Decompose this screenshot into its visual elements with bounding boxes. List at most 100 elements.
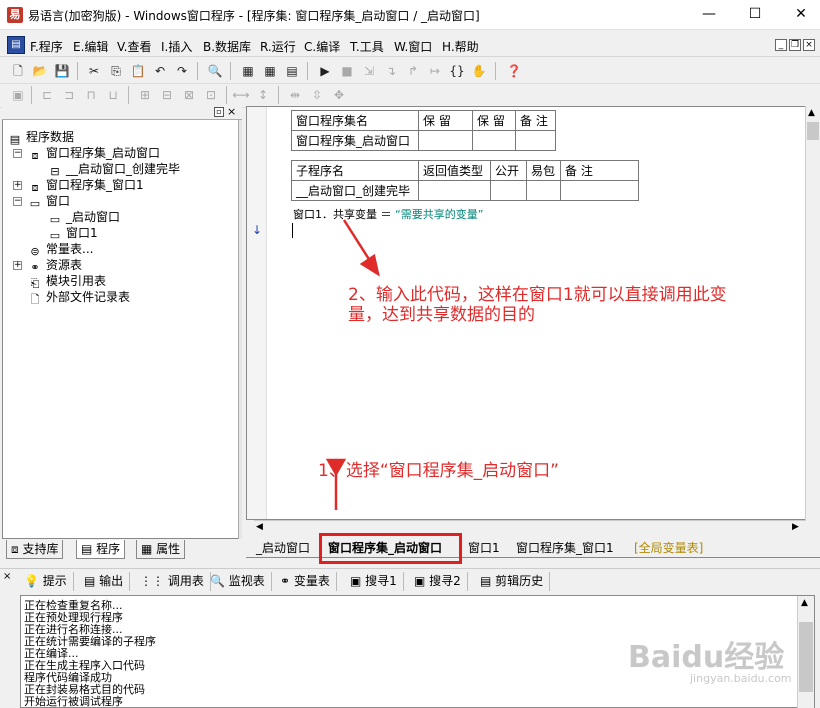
remark-cell[interactable] [515, 130, 556, 151]
reserved-cell-2[interactable] [472, 130, 516, 151]
scroll-up-icon[interactable]: ▲ [808, 108, 815, 118]
tab-assembly-window1[interactable]: 窗口程序集_窗口1 [516, 540, 614, 558]
tree-item-assembly-startup[interactable]: ⧈ 窗口程序集_启动窗口 [28, 145, 161, 162]
document-icon[interactable]: ▤ [7, 36, 25, 54]
panel-close-icon[interactable]: × [227, 106, 236, 118]
cut-icon[interactable]: ✂ [85, 62, 103, 80]
h-distribute-icon[interactable]: ⟷ [232, 86, 250, 104]
tab-hints[interactable]: 💡 提示 [24, 572, 74, 591]
align-left-icon[interactable]: ⊏ [38, 86, 56, 104]
mdi-close-icon[interactable]: × [803, 39, 815, 51]
center-v-icon[interactable]: ⇳ [308, 86, 326, 104]
tree-item-window1[interactable]: ▭ 窗口1 [48, 225, 98, 242]
tree-item-resources[interactable]: ⚭ 资源表 [28, 257, 82, 274]
scroll-thumb[interactable] [807, 122, 819, 140]
close-button[interactable]: ✕ [778, 0, 820, 30]
copy-icon[interactable]: ⎘ [107, 62, 125, 80]
run-icon[interactable]: ▶ [316, 62, 334, 80]
scroll-right-icon[interactable]: ▶ [792, 522, 799, 532]
public-cell[interactable] [490, 180, 527, 201]
menu-insert[interactable]: I.插入 [161, 38, 192, 55]
mdi-restore-icon[interactable]: ❐ [789, 39, 801, 51]
align-bottom-icon[interactable]: ⊔ [104, 86, 122, 104]
tree-item-module-refs[interactable]: ⎗ 模块引用表 [28, 273, 106, 290]
menu-database[interactable]: B.数据库 [203, 38, 251, 55]
layout1-icon[interactable]: ▦ [239, 62, 257, 80]
find-icon[interactable]: 🔍 [206, 62, 224, 80]
run-to-cursor-icon[interactable]: ↦ [426, 62, 444, 80]
tree-item-assembly-window1[interactable]: ⧈ 窗口程序集_窗口1 [28, 177, 144, 194]
tab-search2[interactable]: ▣ 搜寻2 [414, 572, 468, 591]
center-h-icon[interactable]: ⇹ [286, 86, 304, 104]
menu-compile[interactable]: C.编译 [304, 38, 340, 55]
tab-startup-window[interactable]: _启动窗口 [256, 540, 310, 558]
tab-output[interactable]: ▤ 输出 [84, 572, 131, 591]
scroll-left-icon[interactable]: ◀ [256, 522, 263, 532]
menu-window[interactable]: W.窗口 [394, 38, 432, 55]
tree-item-program-data[interactable]: ▤ 程序数据 [8, 129, 74, 146]
output-scrollbar[interactable]: ▲ [797, 596, 814, 708]
menu-file[interactable]: F.程序 [30, 38, 63, 55]
menu-run[interactable]: R.运行 [260, 38, 296, 55]
assembly-name-cell[interactable]: 窗口程序集_启动窗口 [291, 130, 419, 151]
collapse-icon[interactable]: − [13, 197, 22, 206]
editor-vertical-scrollbar[interactable]: ▲ [805, 106, 820, 520]
step-out-icon[interactable]: ↱ [404, 62, 422, 80]
step-into-icon[interactable]: ↴ [382, 62, 400, 80]
hand-icon[interactable]: ✋ [470, 62, 488, 80]
paste-icon[interactable]: 📋 [129, 62, 147, 80]
tab-watch-table[interactable]: 🔍 监视表 [210, 572, 272, 591]
scroll-thumb[interactable] [799, 622, 813, 692]
expand-icon[interactable]: + [13, 181, 22, 190]
scroll-up-icon[interactable]: ▲ [801, 598, 808, 608]
minimize-button[interactable]: — [686, 0, 732, 30]
tab-clip-history[interactable]: ▤ 剪辑历史 [480, 572, 551, 591]
return-type-cell[interactable] [418, 180, 491, 201]
layout2-icon[interactable]: ▦ [261, 62, 279, 80]
tab-support-library[interactable]: ⧈ 支持库 [6, 540, 64, 559]
sub-name-cell[interactable]: __启动窗口_创建完毕 [291, 180, 419, 201]
tab-global-variables[interactable]: [全局变量表] [634, 540, 703, 558]
same-height-icon[interactable]: ⊡ [202, 86, 220, 104]
open-folder-icon[interactable]: 📂 [31, 62, 49, 80]
mdi-minimize-icon[interactable]: _ [775, 39, 787, 51]
tab-variable-table[interactable]: ⚭ 变量表 [280, 572, 337, 591]
maximize-button[interactable]: ☐ [732, 0, 778, 30]
tree-item-sub-created[interactable]: ⊟ __启动窗口_创建完毕 [48, 161, 180, 178]
step-over-icon[interactable]: ⇲ [360, 62, 378, 80]
tree-item-startup-window[interactable]: ▭ _启动窗口 [48, 209, 121, 226]
align-top-icon[interactable]: ⊓ [82, 86, 100, 104]
v-distribute-icon[interactable]: ↕ [254, 86, 272, 104]
tree-item-windows[interactable]: ▭ 窗口 [28, 193, 70, 210]
tree-item-constants[interactable]: ⊜ 常量表... [28, 241, 93, 258]
center-both-icon[interactable]: ✥ [330, 86, 348, 104]
space-h-icon[interactable]: ⊞ [136, 86, 154, 104]
epackage-cell[interactable] [526, 180, 561, 201]
braces-icon[interactable]: {} [448, 62, 466, 80]
menu-edit[interactable]: E.编辑 [73, 38, 108, 55]
menu-tools[interactable]: T.工具 [350, 38, 384, 55]
new-file-icon[interactable]: 🗋 [9, 62, 27, 80]
tab-properties[interactable]: ▦ 属性 [136, 540, 186, 559]
panel-restore-icon[interactable]: ▫ [214, 107, 224, 117]
tab-window1[interactable]: 窗口1 [468, 540, 500, 558]
layout3-icon[interactable]: ▤ [283, 62, 301, 80]
panel-close-icon[interactable]: × [3, 571, 11, 582]
tab-call-table[interactable]: ⋮⋮ 调用表 [140, 572, 211, 591]
expand-icon[interactable]: + [13, 261, 22, 270]
save-icon[interactable]: 💾 [53, 62, 71, 80]
help-search-icon[interactable]: ❓ [505, 62, 523, 80]
reserved-cell-1[interactable] [418, 130, 473, 151]
redo-icon[interactable]: ↷ [173, 62, 191, 80]
align-form-icon[interactable]: ▣ [9, 86, 27, 104]
menu-help[interactable]: H.帮助 [442, 38, 479, 55]
tab-program[interactable]: ▤ 程序 [76, 540, 126, 559]
align-center-icon[interactable]: ⊐ [60, 86, 78, 104]
collapse-icon[interactable]: − [13, 149, 22, 158]
space-v-icon[interactable]: ⊟ [158, 86, 176, 104]
sub-remark-cell[interactable] [560, 180, 639, 201]
undo-icon[interactable]: ↶ [151, 62, 169, 80]
menu-view[interactable]: V.查看 [117, 38, 151, 55]
same-width-icon[interactable]: ⊠ [180, 86, 198, 104]
tree-scrollbar[interactable] [238, 120, 242, 539]
